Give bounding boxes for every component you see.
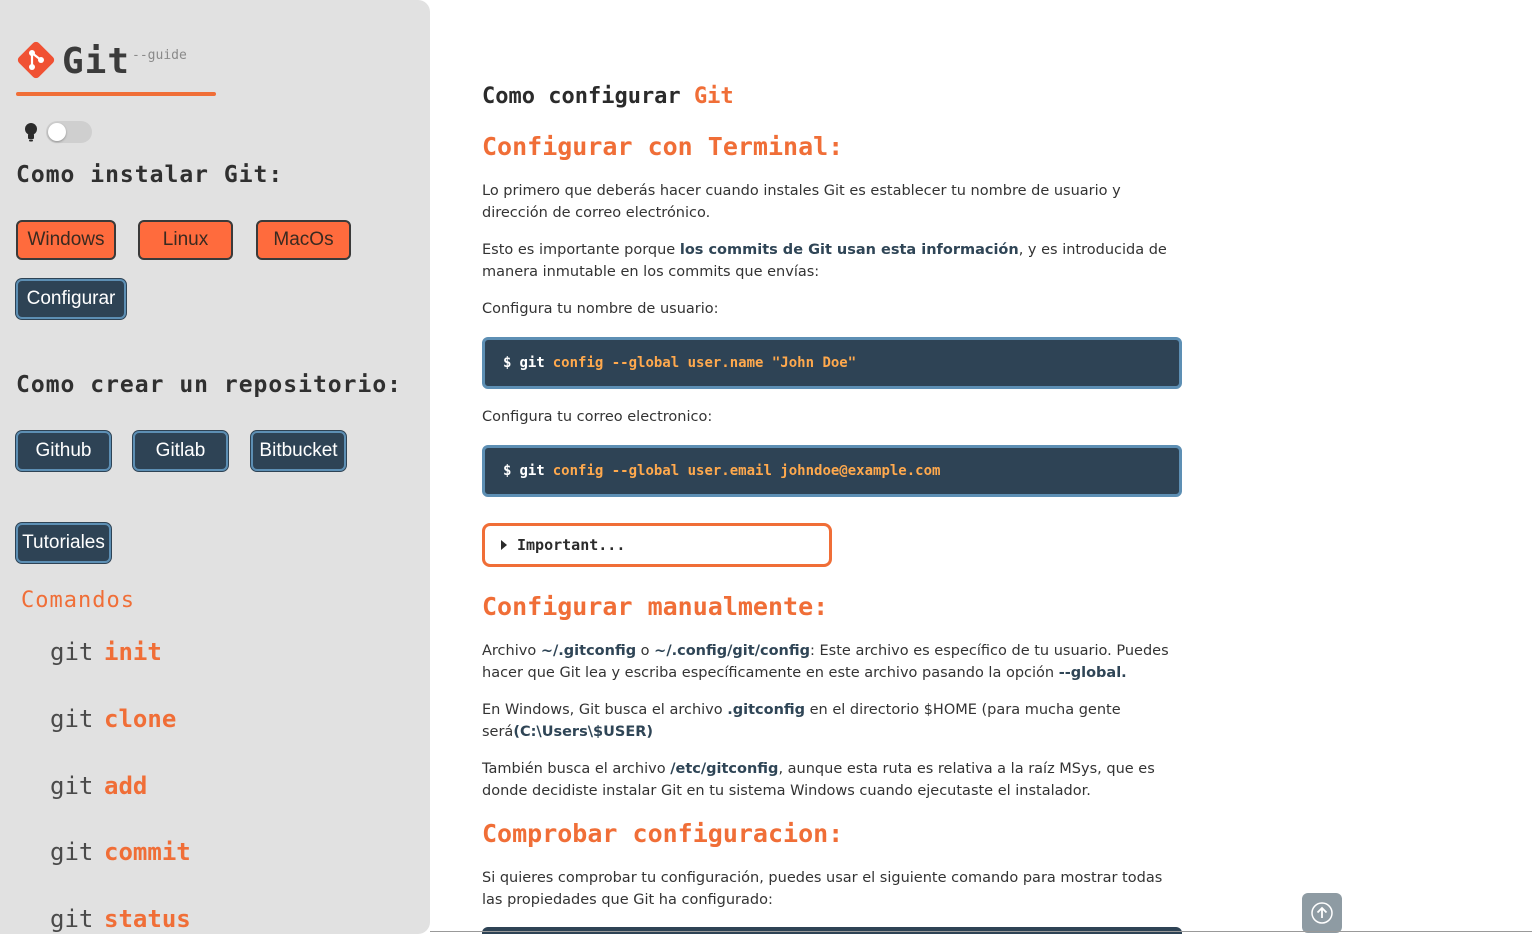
command-name: init xyxy=(104,638,162,666)
toggle-knob xyxy=(48,123,66,141)
gitconfig-paragraph: Archivo ~/.gitconfig o ~/.config/git/con… xyxy=(482,640,1182,684)
caret-right-icon xyxy=(501,540,507,550)
configure-button[interactable]: Configurar xyxy=(16,279,126,319)
title-prefix: Como configurar xyxy=(482,84,681,109)
code-block-email[interactable]: $ git config --global user.email johndoe… xyxy=(482,445,1182,497)
important-details[interactable]: Important... xyxy=(482,523,832,567)
etc-paragraph: También busca el archivo /etc/gitconfig,… xyxy=(482,758,1182,802)
brand[interactable]: Git --guide xyxy=(16,36,187,80)
gitlab-button[interactable]: Gitlab xyxy=(133,431,228,471)
intro-paragraph: Lo primero que deberás hacer cuando inst… xyxy=(482,183,1121,221)
code-block-username[interactable]: $ git config --global user.name "John Do… xyxy=(482,337,1182,389)
brand-name: Git xyxy=(62,41,131,82)
command-prefix: git xyxy=(50,772,94,800)
text: También busca el archivo xyxy=(482,761,671,777)
install-heading: Como instalar Git: xyxy=(16,162,284,188)
windows-button[interactable]: Windows xyxy=(16,220,116,260)
bold-text: /etc/gitconfig xyxy=(670,761,779,777)
scroll-to-top-button[interactable] xyxy=(1302,893,1342,933)
bold-text: .gitconfig xyxy=(727,702,806,718)
commands-title: Comandos xyxy=(21,588,135,613)
page-title: Como configurar Git xyxy=(482,84,734,109)
tutorials-button[interactable]: Tutoriales xyxy=(16,523,111,563)
command-clone[interactable]: git clone xyxy=(50,705,176,734)
repo-heading: Como crear un repositorio: xyxy=(16,372,403,398)
text: Esto es importante porque xyxy=(482,242,680,258)
command-status[interactable]: git status xyxy=(50,905,191,934)
github-button[interactable]: Github xyxy=(16,431,111,471)
lightbulb-icon xyxy=(25,123,37,142)
command-prefix: git xyxy=(50,838,94,866)
text: o xyxy=(636,643,655,659)
bold-text: ~/.gitconfig xyxy=(540,643,637,659)
code-git: git xyxy=(519,463,545,479)
bold-text: ~/.config/git/config xyxy=(654,643,811,659)
bold-text: (C:\Users\$USER) xyxy=(513,724,654,740)
windows-paragraph: En Windows, Git busca el archivo .gitcon… xyxy=(482,699,1182,743)
check-paragraph: Si quieres comprobar tu configuración, p… xyxy=(482,870,1163,908)
theme-toggle-row xyxy=(24,121,92,143)
code-args: config --global user.email johndoe@examp… xyxy=(552,463,941,479)
divider xyxy=(430,931,1532,932)
bold-text: los commits de Git usan esta información xyxy=(679,242,1019,258)
command-prefix: git xyxy=(50,638,94,666)
text: Archivo xyxy=(482,643,541,659)
code-git: git xyxy=(519,355,545,371)
email-label: Configura tu correo electronico: xyxy=(482,409,713,425)
section-check-heading: Comprobar configuracion: xyxy=(482,819,844,848)
git-logo-icon xyxy=(17,41,55,79)
bitbucket-button[interactable]: Bitbucket xyxy=(251,431,346,471)
brand-underline xyxy=(16,92,216,96)
title-accent: Git xyxy=(693,84,734,109)
sidebar: Git --guide Como instalar Git: Windows L… xyxy=(0,0,430,934)
code-args: config --global user.name "John Doe" xyxy=(552,355,857,371)
section-terminal-heading: Configurar con Terminal: xyxy=(482,132,844,161)
code-prompt: $ xyxy=(503,355,512,371)
command-prefix: git xyxy=(50,705,94,733)
arrow-up-icon xyxy=(1311,902,1333,924)
command-add[interactable]: git add xyxy=(50,772,147,801)
section-manual-heading: Configurar manualmente: xyxy=(482,592,829,621)
macos-button[interactable]: MacOs xyxy=(256,220,351,260)
importance-paragraph: Esto es importante porque los commits de… xyxy=(482,239,1182,283)
username-label: Configura tu nombre de usuario: xyxy=(482,301,719,317)
command-name: status xyxy=(104,905,191,933)
bold-text: --global. xyxy=(1058,665,1127,681)
linux-button[interactable]: Linux xyxy=(138,220,233,260)
command-commit[interactable]: git commit xyxy=(50,838,191,867)
details-label: Important... xyxy=(517,536,626,554)
command-name: clone xyxy=(104,705,177,733)
command-prefix: git xyxy=(50,905,94,933)
code-prompt: $ xyxy=(503,463,512,479)
theme-toggle[interactable] xyxy=(46,121,92,143)
command-name: add xyxy=(104,772,148,800)
brand-suffix: --guide xyxy=(132,48,187,63)
command-init[interactable]: git init xyxy=(50,638,162,667)
text: En Windows, Git busca el archivo xyxy=(482,702,728,718)
command-name: commit xyxy=(104,838,191,866)
